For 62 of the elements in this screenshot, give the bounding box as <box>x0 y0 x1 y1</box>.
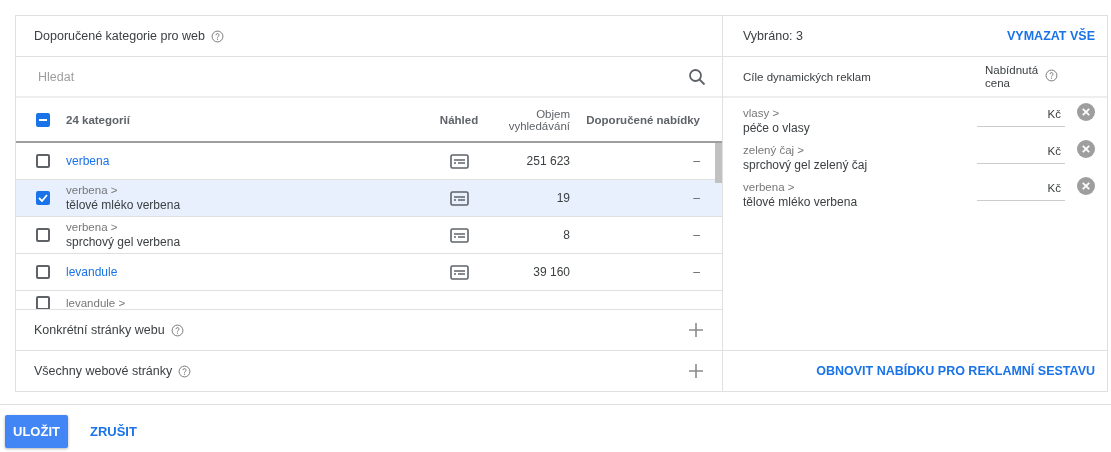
check-icon <box>38 194 48 202</box>
help-icon[interactable] <box>178 364 192 378</box>
category-parent: verbena > <box>66 220 119 235</box>
preview-icon[interactable] <box>449 227 469 243</box>
scrollbar-thumb[interactable] <box>715 143 722 183</box>
preview-icon[interactable] <box>449 264 469 280</box>
remove-icon[interactable] <box>1077 103 1095 121</box>
help-icon[interactable] <box>210 29 224 43</box>
suggested-bid: – <box>692 191 701 205</box>
cancel-button[interactable]: ZRUŠIT <box>81 415 145 448</box>
checkbox[interactable] <box>36 228 50 242</box>
section-title: Konkrétní stránky webu <box>34 323 165 337</box>
help-icon[interactable] <box>1045 69 1058 82</box>
category-name: tělové mléko verbena <box>66 198 182 213</box>
suggested-bid: – <box>692 228 701 242</box>
add-icon[interactable] <box>688 322 704 338</box>
remove-icon[interactable] <box>1077 177 1095 195</box>
search-field[interactable]: Hledat <box>36 68 688 85</box>
search-volume: 19 <box>555 191 571 205</box>
save-button[interactable]: ULOŽIT <box>5 415 68 448</box>
column-header: Doporučené nabídky <box>585 113 701 126</box>
target-parent: zelený čaj > <box>743 143 806 158</box>
checkbox[interactable] <box>36 112 50 127</box>
section-title: Všechny webové stránky <box>34 364 173 378</box>
column-header: Cíle dynamických reklam <box>743 70 872 83</box>
target-name: tělové mléko verbena <box>743 195 859 210</box>
search-volume: 8 <box>562 228 571 242</box>
help-icon[interactable] <box>170 323 184 337</box>
column-header: Náhled <box>438 113 480 126</box>
preview-icon[interactable] <box>449 153 469 169</box>
suggested-bid: – <box>692 265 701 279</box>
bid-field[interactable]: Kč <box>977 102 1065 127</box>
category-name: sprchový gel verbena <box>66 235 182 250</box>
column-header: Nabídnutá cena <box>985 63 1040 90</box>
clear-all-link[interactable]: VYMAZAT VŠE <box>1007 29 1095 43</box>
suggested-bid: – <box>692 154 701 168</box>
target-name: sprchový gel zelený čaj <box>743 158 869 173</box>
category-link[interactable]: verbena <box>66 154 424 168</box>
bid-field[interactable]: Kč <box>977 176 1065 201</box>
bid-field[interactable]: Kč <box>977 139 1065 164</box>
target-parent: verbena > <box>743 180 796 195</box>
target-parent: vlasy > <box>743 106 781 121</box>
column-header: 24 kategorií <box>66 113 131 126</box>
checkbox[interactable] <box>36 154 50 168</box>
category-parent: levandule > <box>66 296 127 309</box>
selected-count: Vybráno: 3 <box>743 29 803 43</box>
category-parent: verbena > <box>66 183 119 198</box>
checkbox[interactable] <box>36 191 50 205</box>
remove-icon[interactable] <box>1077 140 1095 158</box>
panel-title: Doporučené kategorie pro web <box>34 29 205 43</box>
search-volume: 39 160 <box>532 265 571 279</box>
checkbox[interactable] <box>36 296 50 309</box>
refresh-bid-link[interactable]: OBNOVIT NABÍDKU PRO REKLAMNÍ SESTAVU <box>816 364 1095 378</box>
target-name: péče o vlasy <box>743 121 811 136</box>
add-icon[interactable] <box>688 363 704 379</box>
search-icon[interactable] <box>688 67 706 86</box>
checkbox[interactable] <box>36 265 50 279</box>
column-header: Objem vyhledávání <box>507 107 571 132</box>
search-volume: 251 623 <box>525 154 571 168</box>
minus-icon <box>39 118 47 121</box>
category-link[interactable]: levandule <box>66 265 424 279</box>
preview-icon[interactable] <box>449 190 469 206</box>
